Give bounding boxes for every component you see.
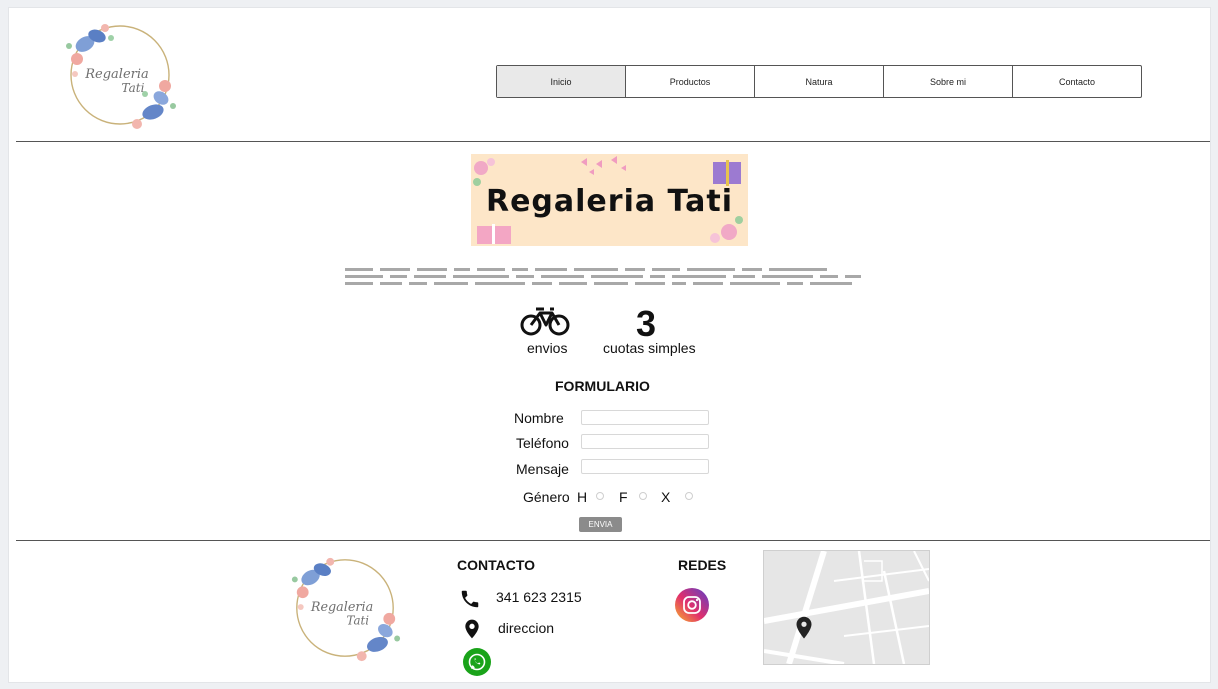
message-input[interactable] [581, 459, 709, 474]
shipping-label: envios [527, 340, 568, 356]
location-map[interactable] [763, 550, 930, 665]
gender-option-f-label: F [619, 489, 628, 505]
contact-heading: CONTACTO [457, 557, 536, 573]
message-label: Mensaje [516, 461, 569, 477]
instagram-icon[interactable] [675, 588, 709, 622]
header-divider [16, 141, 1210, 142]
contact-phone[interactable]: 341 623 2315 [496, 589, 582, 605]
svg-text:Regaleria: Regaleria [84, 67, 149, 82]
gender-option-h-label: H [577, 489, 588, 505]
svg-text:Tati: Tati [122, 81, 145, 95]
map-streets-icon [764, 551, 929, 664]
form-title: FORMULARIO [555, 378, 650, 394]
footer-logo[interactable]: Regaleria Tati [283, 548, 407, 668]
phone-label: Teléfono [516, 435, 569, 451]
gender-label: Género [523, 489, 570, 505]
header-logo[interactable]: Regaleria Tati [57, 14, 183, 136]
name-input[interactable] [581, 410, 709, 425]
location-pin-icon [465, 619, 479, 639]
submit-button[interactable]: ENVIA [579, 517, 622, 532]
phone-input[interactable] [581, 434, 709, 449]
svg-text:Regaleria: Regaleria [310, 600, 373, 615]
page: Regaleria Tati Inicio Productos Natura S… [8, 7, 1211, 683]
nav-item-sobre-mi[interactable]: Sobre mi [884, 66, 1013, 97]
gender-radio-x[interactable] [685, 492, 693, 500]
nav-item-productos[interactable]: Productos [626, 66, 755, 97]
installments-label: cuotas simples [603, 340, 696, 356]
svg-text:Tati: Tati [347, 614, 370, 628]
gender-radio-f[interactable] [639, 492, 647, 500]
phone-icon [461, 590, 479, 608]
whatsapp-icon[interactable] [463, 648, 491, 676]
contact-address: direccion [498, 620, 555, 636]
map-pin-icon [796, 616, 812, 639]
main-nav: Inicio Productos Natura Sobre mi Contact… [496, 65, 1142, 98]
placeholder-text-block [345, 268, 861, 289]
hero-banner: Regaleria Tati [471, 154, 748, 246]
footer-divider [16, 540, 1210, 541]
nav-item-natura[interactable]: Natura [755, 66, 884, 97]
gender-option-x-label: X [661, 489, 671, 505]
installments-number: 3 [636, 303, 657, 344]
bicycle-icon [520, 307, 570, 336]
name-label: Nombre [514, 410, 564, 426]
banner-title: Regaleria Tati [485, 184, 734, 219]
social-heading: REDES [678, 557, 727, 573]
nav-item-contacto[interactable]: Contacto [1013, 66, 1141, 97]
nav-item-inicio[interactable]: Inicio [497, 66, 626, 97]
gender-radio-h[interactable] [596, 492, 604, 500]
